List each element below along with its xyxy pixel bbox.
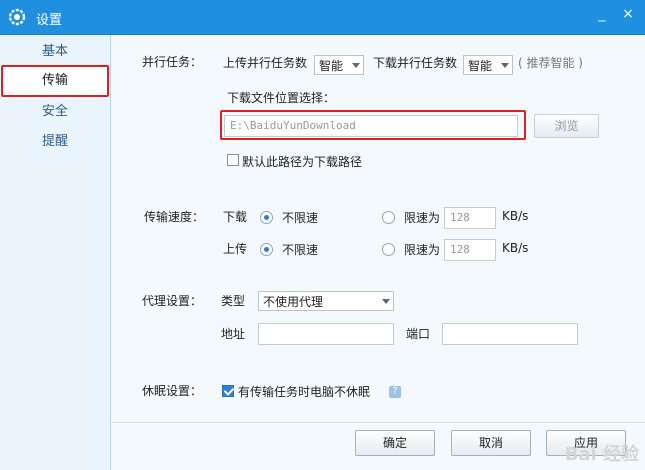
ok-button[interactable]: 确定	[355, 430, 435, 456]
gear-icon	[8, 8, 26, 26]
download-location-label: 下载文件位置选择：	[227, 91, 336, 105]
proxy-type-label: 类型	[221, 294, 246, 308]
sidebar: 基本 传输 安全 提醒	[0, 35, 111, 470]
download-limit-radio[interactable]	[382, 211, 395, 224]
upload-unlimited-label: 不限速	[282, 243, 319, 257]
proxy-type-select[interactable]: 不使用代理	[258, 291, 394, 311]
sidebar-item-basic[interactable]: 基本	[0, 38, 110, 66]
sleep-section-label: 休眠设置：	[142, 384, 203, 398]
prevent-sleep-checkbox[interactable]	[222, 385, 234, 397]
proxy-section-label: 代理设置：	[142, 294, 203, 308]
settings-content: 并行任务： 上传并行任务数 智能 下载并行任务数 智能 ( 推荐智能 ) 下载文…	[111, 35, 645, 470]
default-path-checkbox[interactable]	[227, 154, 239, 166]
proxy-port-input[interactable]	[442, 323, 578, 345]
download-unit-label: KB/s	[502, 209, 529, 223]
sidebar-item-transfer[interactable]: 传输	[1, 65, 109, 97]
upload-parallel-value: 智能	[319, 59, 344, 73]
browse-button[interactable]: 浏览	[534, 114, 599, 138]
title-bar: 设置 _ ×	[0, 0, 645, 35]
default-path-label: 默认此路径为下载路径	[242, 155, 363, 169]
cancel-button[interactable]: 取消	[451, 430, 531, 456]
download-parallel-select[interactable]: 智能	[463, 55, 513, 75]
proxy-address-input[interactable]	[258, 323, 394, 345]
settings-window: 设置 _ × 基本 传输 安全 提醒 并行任务： 上传并行任务数 智能 下载并行…	[0, 0, 645, 470]
upload-limit-label: 限速为	[404, 243, 441, 257]
close-button[interactable]: ×	[616, 4, 640, 24]
chevron-down-icon	[352, 63, 360, 68]
upload-limit-input[interactable]: 128	[444, 239, 496, 261]
download-unlimited-label: 不限速	[282, 211, 319, 225]
recommend-hint: ( 推荐智能 )	[518, 56, 583, 70]
upload-parallel-select[interactable]: 智能	[314, 55, 364, 75]
download-parallel-value: 智能	[468, 59, 493, 73]
proxy-port-label: 端口	[406, 327, 431, 341]
chevron-down-icon	[382, 299, 390, 304]
sidebar-item-security[interactable]: 安全	[0, 98, 110, 126]
sidebar-item-reminder[interactable]: 提醒	[0, 128, 110, 156]
minimize-button[interactable]: _	[590, 4, 614, 24]
download-unlimited-radio[interactable]	[260, 211, 273, 224]
upload-unlimited-radio[interactable]	[260, 243, 273, 256]
download-speed-label: 下载	[223, 210, 248, 224]
parallel-section-label: 并行任务：	[142, 55, 203, 69]
watermark-logo: Bai 经验	[564, 444, 639, 465]
download-parallel-label: 下载并行任务数	[373, 56, 458, 70]
upload-speed-label: 上传	[223, 242, 248, 256]
download-limit-label: 限速为	[404, 211, 441, 225]
download-path-input[interactable]: E:\BaiduYunDownload	[224, 115, 518, 137]
speed-section-label: 传输速度：	[144, 210, 205, 224]
window-title: 设置	[36, 13, 63, 28]
footer-divider	[111, 422, 645, 423]
help-icon[interactable]: ?	[389, 386, 401, 398]
chevron-down-icon	[501, 63, 509, 68]
prevent-sleep-label: 有传输任务时电脑不休眠	[238, 385, 371, 399]
upload-parallel-label: 上传并行任务数	[223, 56, 308, 70]
proxy-address-label: 地址	[221, 327, 246, 341]
upload-limit-radio[interactable]	[382, 243, 395, 256]
proxy-type-value: 不使用代理	[263, 295, 324, 309]
upload-unit-label: KB/s	[502, 241, 529, 255]
download-limit-input[interactable]: 128	[444, 207, 496, 229]
